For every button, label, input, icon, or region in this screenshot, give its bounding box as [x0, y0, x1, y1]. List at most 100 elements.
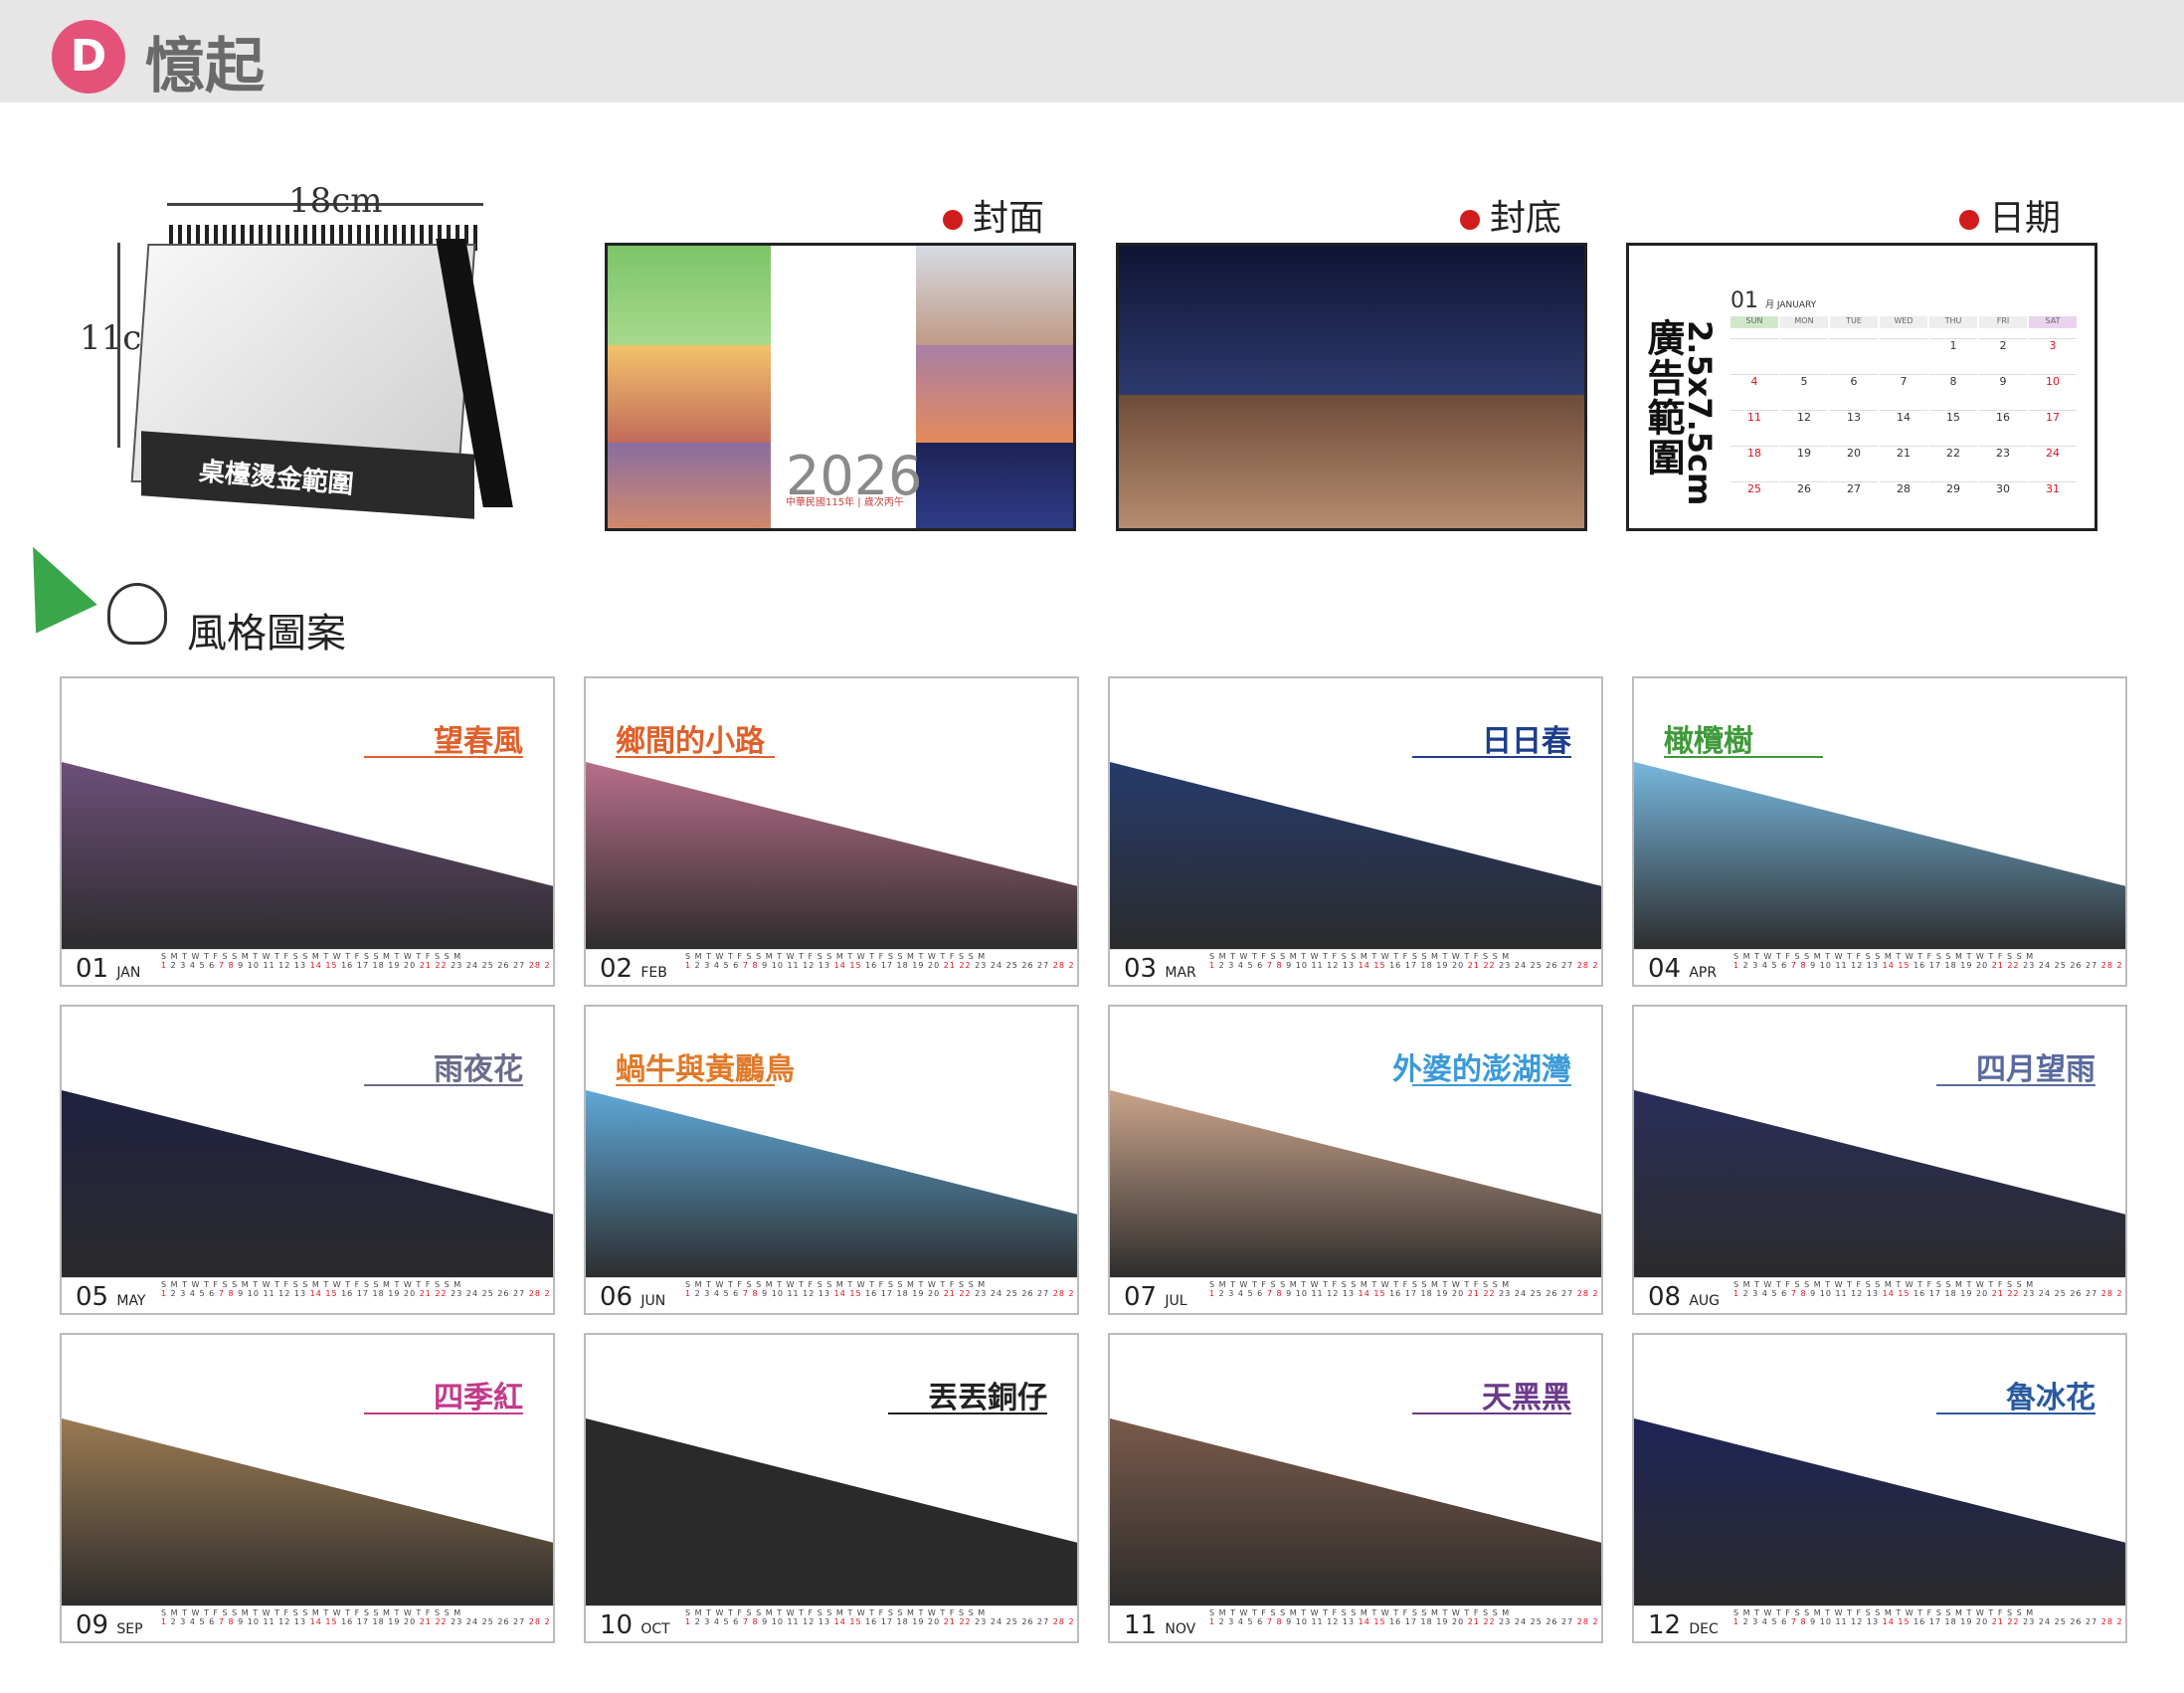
- month-day-strip: S M T W T F S S M T W T F S S M T W T F …: [161, 952, 549, 970]
- mini-calendar-month: 01 月 JANUARY: [1730, 288, 1817, 313]
- title-underline: [364, 1084, 523, 1086]
- calendar-day: 16: [1979, 410, 2027, 424]
- weekday-header: WED: [1880, 316, 1927, 328]
- title-underline: [1936, 1084, 2095, 1086]
- month-footer: 04 APR S M T W T F S S M T W T F S S M T …: [1634, 949, 2125, 985]
- title-underline: [888, 1412, 1047, 1414]
- calendar-day: 6: [1830, 374, 1878, 388]
- cover-tile-buffalo: [916, 345, 1073, 443]
- month-footer: 01 JAN S M T W T F S S M T W T F S S M T …: [62, 949, 553, 985]
- top-banner: [0, 0, 2184, 102]
- calendar-day: 27: [1830, 481, 1878, 495]
- month-day-strip: S M T W T F S S M T W T F S S M T W T F …: [1733, 952, 2121, 970]
- calendar-day: 24: [2029, 446, 2077, 460]
- month-illustration: [586, 1418, 1077, 1609]
- month-illustration: [1110, 1090, 1601, 1281]
- back-cover-preview[interactable]: [1116, 243, 1587, 531]
- calendar-day: 15: [1929, 410, 1977, 424]
- month-day-strip: S M T W T F S S M T W T F S S M T W T F …: [161, 1608, 549, 1626]
- title-underline: [1412, 1084, 1571, 1086]
- back-illustration-rain: [1119, 246, 1584, 395]
- calendar-day: 11: [1730, 410, 1778, 424]
- month-footer: 05 MAY S M T W T F S S M T W T F S S M T …: [62, 1277, 553, 1313]
- month-day-strip: S M T W T F S S M T W T F S S M T W T F …: [1209, 1608, 1597, 1626]
- month-footer: 11 NOV S M T W T F S S M T W T F S S M T …: [1110, 1605, 1601, 1641]
- month-number: 10 OCT: [600, 1610, 670, 1640]
- month-card-may[interactable]: 雨夜花 05 MAY S M T W T F S S M T W T F S S M…: [60, 1005, 555, 1315]
- cover-tile-couple: [608, 345, 771, 443]
- calendar-day: 12: [1780, 410, 1828, 424]
- red-dot-icon: [1959, 210, 1979, 230]
- month-card-jan[interactable]: 望春風 01 JAN S M T W T F S S M T W T F S S M…: [60, 676, 555, 987]
- weekday-header: SUN: [1730, 316, 1778, 328]
- month-card-mar[interactable]: 日日春 03 MAR S M T W T F S S M T W T F S S M…: [1108, 676, 1603, 987]
- calendar-day: 3: [2029, 338, 2077, 352]
- calendar-day: 18: [1730, 446, 1778, 460]
- calendar-day: 20: [1830, 446, 1878, 460]
- title-underline: [1412, 756, 1571, 758]
- month-card-apr[interactable]: 橄欖樹 04 APR S M T W T F S S M T W T F S S M…: [1632, 676, 2127, 987]
- back-section-label: 封底: [1460, 189, 1561, 241]
- month-card-oct[interactable]: 丟丟銅仔 10 OCT S M T W T F S S M T W T F S S …: [584, 1333, 1079, 1643]
- month-number: 05 MAY: [76, 1282, 146, 1312]
- cover-section-label: 封面: [943, 189, 1044, 241]
- month-footer: 07 JUL S M T W T F S S M T W T F S S M T …: [1110, 1277, 1601, 1313]
- calendar-day: [1880, 338, 1927, 339]
- month-song-title: 外婆的澎湖灣: [1392, 1052, 1571, 1087]
- cover-subtitle: 中華民國115年 | 歲次丙午: [786, 497, 904, 508]
- style-section-title: 風格圖案: [187, 611, 346, 657]
- calendar-day: 19: [1780, 446, 1828, 460]
- girl-face-icon: [107, 583, 167, 645]
- title-underline: [1936, 1412, 2095, 1414]
- month-day-strip: S M T W T F S S M T W T F S S M T W T F …: [1209, 952, 1597, 970]
- month-card-aug[interactable]: 四月望雨 08 AUG S M T W T F S S M T W T F S S …: [1632, 1005, 2127, 1315]
- title-underline: [364, 1412, 523, 1414]
- month-illustration: [1634, 762, 2125, 953]
- calendar-day: 1: [1929, 338, 1977, 352]
- month-illustration: [62, 1418, 553, 1609]
- month-footer: 08 AUG S M T W T F S S M T W T F S S M T …: [1634, 1277, 2125, 1313]
- weekday-header: TUE: [1830, 316, 1878, 328]
- month-card-nov[interactable]: 天黑黑 11 NOV S M T W T F S S M T W T F S S M…: [1108, 1333, 1603, 1643]
- month-day-strip: S M T W T F S S M T W T F S S M T W T F …: [161, 1280, 549, 1298]
- month-number: 06 JUN: [600, 1282, 666, 1312]
- month-illustration: [1634, 1418, 2125, 1609]
- title-underline: [616, 756, 775, 758]
- month-illustration: [1634, 1090, 2125, 1281]
- month-card-jul[interactable]: 外婆的澎湖灣 07 JUL S M T W T F S S M T W T F S …: [1108, 1005, 1603, 1315]
- month-card-feb[interactable]: 鄉間的小路 02 FEB S M T W T F S S M T W T F S S…: [584, 676, 1079, 987]
- calendar-day: 26: [1780, 481, 1828, 495]
- weekday-header: FRI: [1979, 316, 2027, 328]
- month-number: 01 JAN: [76, 954, 141, 984]
- month-card-sep[interactable]: 四季紅 09 SEP S M T W T F S S M T W T F S S M…: [60, 1333, 555, 1643]
- month-song-title: 蝸牛與黃鸝鳥: [616, 1052, 795, 1087]
- weekday-header: MON: [1780, 316, 1828, 328]
- month-day-strip: S M T W T F S S M T W T F S S M T W T F …: [1733, 1608, 2121, 1626]
- width-label: 18cm: [288, 181, 383, 221]
- month-number: 02 FEB: [600, 954, 667, 984]
- month-footer: 10 OCT S M T W T F S S M T W T F S S M T …: [586, 1605, 1077, 1641]
- month-card-dec[interactable]: 魯冰花 12 DEC S M T W T F S S M T W T F S S M…: [1632, 1333, 2127, 1643]
- month-footer: 03 MAR S M T W T F S S M T W T F S S M T …: [1110, 949, 1601, 985]
- section-badge: D: [52, 20, 125, 94]
- month-illustration: [586, 1090, 1077, 1281]
- back-illustration-grandma: [1119, 395, 1584, 528]
- month-illustration: [586, 762, 1077, 953]
- month-number: 07 JUL: [1124, 1282, 1187, 1312]
- ad-area-size: 2.5x7.5cm: [1681, 320, 1719, 506]
- month-song-title: 日日春: [1482, 724, 1571, 759]
- calendar-day: 22: [1929, 446, 1977, 460]
- cover-tile-bird: [608, 246, 771, 345]
- green-triangle-icon: [2, 532, 97, 634]
- month-song-title: 丟丟銅仔: [928, 1381, 1047, 1415]
- calendar-day: 21: [1880, 446, 1927, 460]
- calendar-day: 31: [2029, 481, 2077, 495]
- calendar-day: 23: [1979, 446, 2027, 460]
- calendar-day: 28: [1880, 481, 1927, 495]
- calendar-day: 17: [2029, 410, 2077, 424]
- month-card-jun[interactable]: 蝸牛與黃鸝鳥 06 JUN S M T W T F S S M T W T F S …: [584, 1005, 1079, 1315]
- weekday-header: SAT: [2029, 316, 2077, 328]
- month-number: 03 MAR: [1124, 954, 1196, 984]
- calendar-day: 25: [1730, 481, 1778, 495]
- calendar-day: 30: [1979, 481, 2027, 495]
